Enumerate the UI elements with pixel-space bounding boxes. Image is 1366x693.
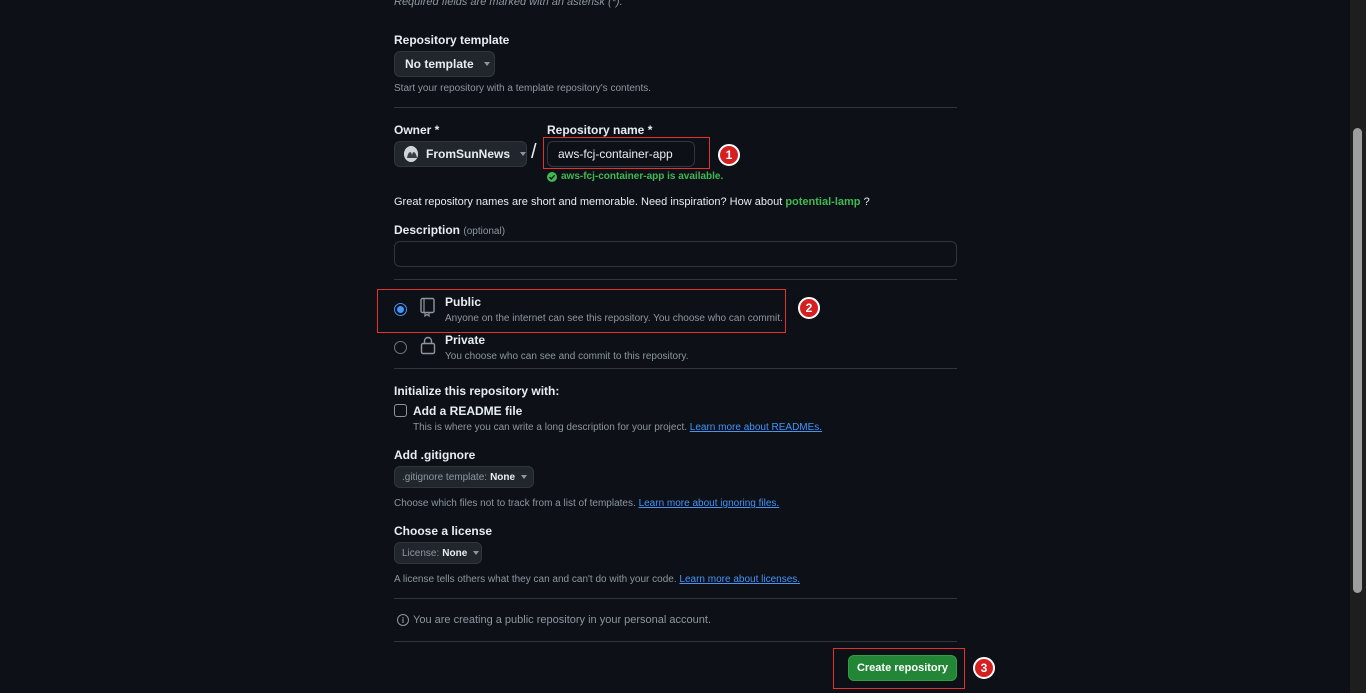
license-label: Choose a license: [394, 524, 493, 538]
repo-name-label: Repository name *: [547, 123, 653, 137]
caret-down-icon: [473, 551, 480, 555]
license-button-prefix: License:: [402, 547, 440, 559]
readme-learn-more-link[interactable]: Learn more about READMEs.: [690, 422, 822, 433]
owner-select-button[interactable]: FromSunNews: [394, 141, 527, 167]
gitignore-button-prefix: .gitignore template:: [402, 471, 488, 483]
annotation-badge-2: 2: [798, 297, 820, 319]
private-radio[interactable]: [394, 341, 407, 354]
template-button-label: No template: [405, 57, 474, 71]
gitignore-learn-more-link[interactable]: Learn more about ignoring files.: [639, 498, 780, 509]
notice-text: You are creating a public repository in …: [413, 614, 711, 626]
description-label-row: Description (optional): [394, 223, 505, 237]
public-notice: i You are creating a public repository i…: [397, 614, 711, 626]
divider: [394, 107, 957, 108]
annotation-badge-1: 1: [718, 144, 740, 166]
check-circle-icon: [547, 171, 557, 182]
gitignore-help: Choose which files not to track from a l…: [394, 498, 636, 509]
annotation-box-2: [377, 289, 786, 333]
license-learn-more-link[interactable]: Learn more about licenses.: [679, 574, 800, 585]
description-input[interactable]: [394, 241, 957, 267]
private-title: Private: [445, 333, 486, 347]
repo-name-input[interactable]: [547, 141, 695, 167]
owner-value: FromSunNews: [425, 147, 510, 161]
template-label: Repository template: [394, 33, 510, 47]
public-title: Public: [445, 295, 482, 309]
divider: [394, 598, 957, 599]
license-help: A license tells others what they can and…: [394, 574, 677, 585]
license-button-value: None: [442, 547, 468, 559]
divider: [394, 279, 957, 280]
lock-icon: [419, 335, 437, 358]
caret-down-icon: [483, 62, 490, 66]
required-fields-note: Required fields are marked with an aster…: [394, 0, 623, 8]
gitignore-button-value: None: [490, 471, 516, 483]
private-desc: You choose who can see and commit to thi…: [445, 351, 689, 362]
inspiration-text: Great repository names are short and mem…: [394, 196, 783, 208]
license-help-row: A license tells others what they can and…: [394, 574, 800, 585]
gitignore-label: Add .gitignore: [394, 448, 476, 462]
info-icon: i: [397, 614, 409, 626]
template-select-button[interactable]: No template: [394, 51, 495, 77]
inspiration-line: Great repository names are short and mem…: [394, 196, 870, 208]
description-label: Description: [394, 223, 461, 237]
availability-text: aws-fcj-container-app is available.: [561, 171, 724, 182]
owner-repo-separator: /: [531, 141, 537, 163]
owner-label: Owner *: [394, 123, 440, 137]
gitignore-help-row: Choose which files not to track from a l…: [394, 498, 779, 509]
divider: [394, 368, 957, 369]
readme-label: Add a README file: [413, 404, 523, 418]
suggested-name-link[interactable]: potential-lamp: [785, 196, 860, 208]
scrollbar-thumb[interactable]: [1353, 128, 1362, 593]
annotation-badge-3: 3: [973, 657, 995, 679]
readme-help-row: This is where you can write a long descr…: [413, 422, 822, 433]
public-radio[interactable]: [394, 303, 407, 316]
owner-avatar: [404, 146, 418, 162]
create-repository-button[interactable]: Create repository: [848, 655, 957, 681]
readme-checkbox[interactable]: [394, 404, 407, 417]
public-desc: Anyone on the internet can see this repo…: [445, 313, 783, 324]
readme-help: This is where you can write a long descr…: [413, 422, 688, 433]
availability-status: aws-fcj-container-app is available.: [547, 171, 723, 182]
repo-icon: [419, 297, 437, 320]
caret-down-icon: [520, 152, 526, 156]
inspiration-end: ?: [863, 196, 870, 208]
divider: [394, 641, 957, 642]
gitignore-select-button[interactable]: .gitignore template: None: [394, 466, 534, 488]
caret-down-icon: [521, 475, 528, 479]
init-heading: Initialize this repository with:: [394, 384, 560, 398]
license-select-button[interactable]: License: None: [394, 542, 482, 564]
description-optional: (optional): [463, 226, 506, 237]
template-help: Start your repository with a template re…: [394, 83, 652, 94]
